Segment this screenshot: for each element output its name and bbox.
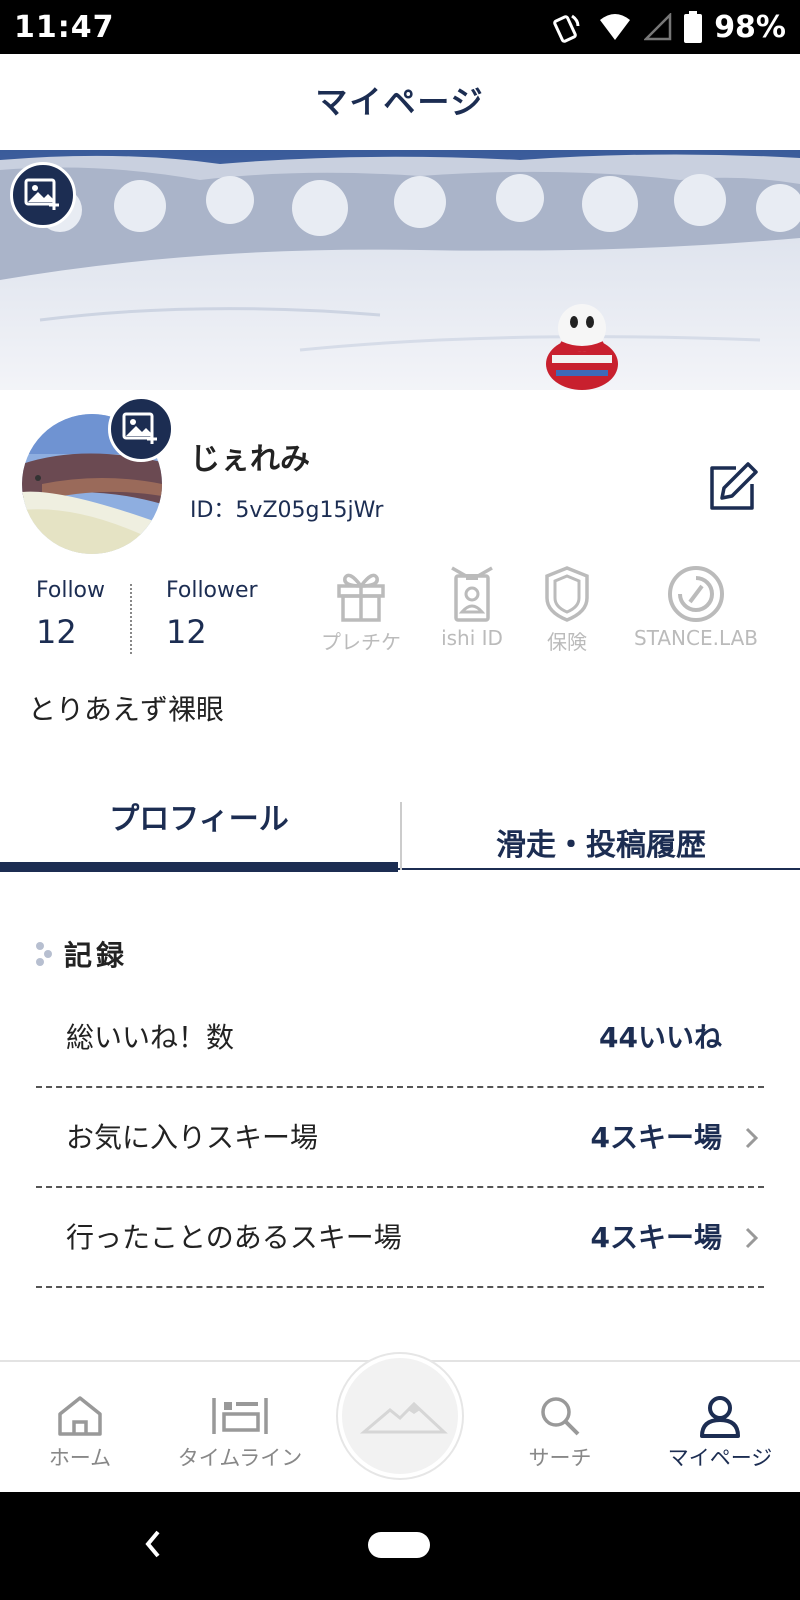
feature-ishi-id[interactable]: ishi ID xyxy=(432,564,512,650)
follower-stat[interactable]: Follower 12 xyxy=(166,578,258,651)
follow-stat[interactable]: Follow 12 xyxy=(36,578,105,651)
mountain-icon xyxy=(359,1401,448,1434)
user-name: じぇれみ xyxy=(190,442,310,477)
back-icon[interactable] xyxy=(142,1526,164,1562)
status-time: 11:47 xyxy=(14,10,115,45)
feature-ishi-id-label: ishi ID xyxy=(441,626,503,650)
edit-icon xyxy=(710,462,758,510)
battery-icon xyxy=(684,11,703,43)
nav-search-label: サーチ xyxy=(528,1446,592,1470)
record-value: 4スキー場 xyxy=(590,1221,722,1254)
edit-profile-button[interactable] xyxy=(706,460,760,514)
record-label: 総いいね！数 xyxy=(66,1021,235,1054)
nav-timeline[interactable]: タイムライン xyxy=(160,1362,320,1494)
home-pill-button[interactable] xyxy=(368,1532,430,1558)
profile-tabs: プロフィール 滑走・投稿履歴 xyxy=(0,790,800,872)
shield-icon xyxy=(545,566,589,622)
record-row-visited-resorts[interactable]: 行ったことのあるスキー場 4スキー場 xyxy=(36,1188,764,1288)
status-bar: 11:47 98% xyxy=(0,0,800,54)
chevron-right-icon xyxy=(745,1227,759,1249)
nav-mypage-label: マイページ xyxy=(667,1446,773,1470)
tab-history[interactable]: 滑走・投稿履歴 xyxy=(400,802,800,870)
timeline-icon xyxy=(212,1398,268,1434)
page-title: マイページ xyxy=(315,83,485,121)
nav-home[interactable]: ホーム xyxy=(20,1362,140,1494)
feature-insurance[interactable]: 保険 xyxy=(530,564,604,655)
page-header: マイページ xyxy=(0,54,800,150)
gift-icon xyxy=(337,573,385,622)
change-avatar-button[interactable] xyxy=(108,396,174,462)
records-section: 記録 総いいね！数 44いいね お気に入りスキー場 4スキー場 行ったことのある… xyxy=(0,872,800,1362)
id-card-icon xyxy=(451,566,493,622)
follow-label: Follow xyxy=(36,578,106,603)
nav-timeline-label: タイムライン xyxy=(177,1446,303,1470)
stance-lab-icon xyxy=(668,566,724,622)
battery-percentage: 98% xyxy=(714,9,786,45)
record-label: お気に入りスキー場 xyxy=(66,1121,319,1154)
cover-image xyxy=(0,150,800,390)
system-navigation-bar xyxy=(0,1492,800,1600)
person-icon xyxy=(700,1396,740,1438)
user-id: ID：5vZ05g15jWr xyxy=(190,498,384,523)
wifi-icon xyxy=(600,14,631,40)
status-icons: 98% xyxy=(552,9,786,45)
change-cover-image-button[interactable] xyxy=(10,162,76,228)
follower-label: Follower xyxy=(166,578,258,603)
record-row-total-likes: 総いいね！数 44いいね xyxy=(36,988,764,1088)
add-image-icon xyxy=(122,412,157,444)
feature-insurance-label: 保険 xyxy=(547,630,587,654)
add-image-icon xyxy=(24,178,59,210)
follower-count: 12 xyxy=(166,613,207,651)
signal-icon xyxy=(644,13,672,41)
nav-mypage[interactable]: マイページ xyxy=(650,1362,790,1494)
profile-bio: とりあえず裸眼 xyxy=(28,693,225,726)
avatar-container xyxy=(22,396,174,554)
nfc-icon xyxy=(553,14,580,43)
feature-stance-lab[interactable]: STANCE.LAB xyxy=(628,564,764,650)
record-value: 4スキー場 xyxy=(590,1121,722,1154)
feature-pretike[interactable]: プレチケ xyxy=(316,564,406,655)
dots-icon xyxy=(36,942,52,966)
record-value: 44いいね xyxy=(599,1021,722,1054)
follow-count: 12 xyxy=(36,613,77,651)
center-action-button[interactable] xyxy=(338,1354,462,1478)
home-icon xyxy=(58,1396,102,1436)
feature-pretike-label: プレチケ xyxy=(321,630,401,654)
chevron-right-icon xyxy=(745,1127,759,1149)
stats-row: Follow 12 Follower 12 プレチケ ishi ID 保険 ST… xyxy=(0,566,800,668)
stats-divider xyxy=(130,584,132,654)
record-row-favorite-resorts[interactable]: お気に入りスキー場 4スキー場 xyxy=(36,1088,764,1188)
feature-stance-lab-label: STANCE.LAB xyxy=(634,626,758,650)
tab-profile[interactable]: プロフィール xyxy=(0,790,398,872)
records-header: 記録 xyxy=(34,934,128,974)
nav-home-label: ホーム xyxy=(48,1446,112,1470)
record-label: 行ったことのあるスキー場 xyxy=(66,1221,402,1254)
records-title: 記録 xyxy=(64,939,129,972)
nav-search[interactable]: サーチ xyxy=(500,1362,620,1494)
search-icon xyxy=(541,1397,580,1436)
bottom-navigation: ホーム タイムライン サーチ マイページ xyxy=(0,1354,800,1494)
